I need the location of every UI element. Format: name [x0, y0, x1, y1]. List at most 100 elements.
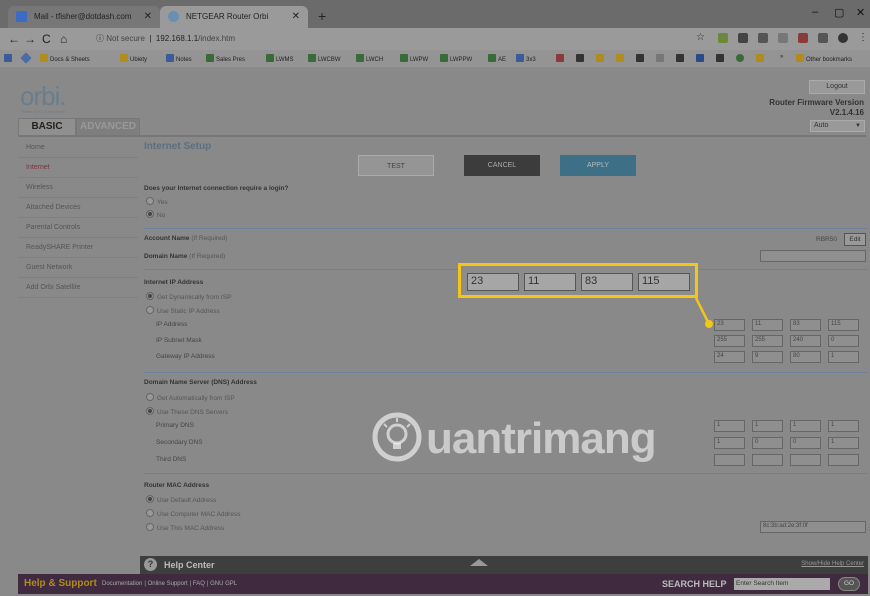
documentation-link[interactable]: Documentation	[102, 581, 142, 587]
test-button[interactable]: TEST	[358, 155, 434, 176]
ip-static-radio[interactable]: Use Static IP Address	[146, 306, 220, 315]
logout-button[interactable]: Logout	[809, 80, 865, 94]
bookmark-diamond[interactable]	[20, 52, 32, 64]
browser-tab-netgear[interactable]: NETGEAR Router Orbi ✕	[160, 6, 308, 28]
bookmark-item[interactable]	[716, 54, 726, 63]
cancel-button[interactable]: CANCEL	[464, 155, 540, 176]
profile-icon[interactable]	[838, 33, 848, 43]
third-dns-octet-4[interactable]	[828, 454, 859, 466]
extension-icon[interactable]	[798, 33, 808, 43]
faq-link[interactable]: FAQ	[193, 581, 205, 587]
bookmark-item[interactable]	[656, 54, 666, 63]
sidebar-item-wireless[interactable]: Wireless	[18, 178, 138, 198]
mac-computer-radio[interactable]: Use Computer MAC Address	[146, 509, 240, 518]
search-go-button[interactable]: GO	[838, 577, 860, 591]
sidebar-item-parental-controls[interactable]: Parental Controls	[18, 218, 138, 238]
browser-tab-mail[interactable]: Mail - tfisher@dotdash.com ✕	[8, 6, 160, 28]
sidebar-item-home[interactable]: Home	[18, 138, 138, 158]
bookmark-item[interactable]	[636, 54, 646, 63]
show-hide-help-link[interactable]: Show/Hide Help Center	[801, 561, 864, 567]
sidebar-item-readyshare-printer[interactable]: ReadySHARE Printer	[18, 238, 138, 258]
bookmark-item[interactable]: Notes	[166, 54, 192, 63]
extension-icon[interactable]	[738, 33, 748, 43]
maximize-icon[interactable]: ▢	[834, 6, 844, 19]
secondary-dns-octet-1[interactable]: 1	[714, 437, 745, 449]
tab-advanced[interactable]: ADVANCED	[76, 118, 140, 135]
ip-octet-3[interactable]: 83	[790, 319, 821, 331]
third-dns-octet-2[interactable]	[752, 454, 783, 466]
back-icon[interactable]: ←	[8, 32, 20, 46]
extension-icon[interactable]	[818, 33, 828, 43]
ip-octet-1[interactable]: 23	[714, 319, 745, 331]
edit-button[interactable]: Edit	[844, 233, 866, 246]
bookmark-item[interactable]	[616, 54, 626, 63]
ip-octet-2[interactable]: 11	[752, 319, 783, 331]
url-field[interactable]: ⓘ Not secure | 192.168.1.1/index.htm	[96, 33, 235, 44]
bookmark-item[interactable]: LWPW	[400, 54, 428, 63]
ip-octet-4[interactable]: 115	[828, 319, 859, 331]
bookmark-item[interactable]: 3x3	[516, 54, 536, 63]
search-help-input[interactable]: Enter Search Item	[734, 578, 830, 590]
subnet-octet-1[interactable]: 255	[714, 335, 745, 347]
star-icon[interactable]: ☆	[696, 32, 705, 43]
bookmark-item[interactable]: AE	[488, 54, 506, 63]
bookmark-item[interactable]: LWCH	[356, 54, 383, 63]
menu-icon[interactable]: ⋮	[858, 32, 868, 43]
bookmark-item[interactable]	[756, 54, 766, 63]
gateway-octet-4[interactable]: 1	[828, 351, 859, 363]
primary-dns-octet-3[interactable]: 1	[790, 420, 821, 432]
mac-default-radio[interactable]: Use Default Address	[146, 495, 216, 504]
expand-arrow-icon[interactable]	[470, 559, 488, 566]
domain-name-field[interactable]	[760, 250, 866, 262]
bookmark-item[interactable]	[596, 54, 606, 63]
sidebar-item-add-satellite[interactable]: Add Orbi Satellite	[18, 278, 138, 298]
login-yes-radio[interactable]: Yes	[146, 197, 168, 206]
mac-address-field[interactable]: 8c:3b:ad:2e:3f:0f	[760, 521, 866, 533]
bookmark-item[interactable]	[576, 54, 586, 63]
other-bookmarks[interactable]: Other bookmarks	[796, 54, 852, 63]
sidebar-item-attached-devices[interactable]: Attached Devices	[18, 198, 138, 218]
minimize-icon[interactable]: –	[812, 6, 818, 18]
new-tab-icon[interactable]: +	[318, 8, 326, 24]
bookmark-item[interactable]: Ubiety	[120, 54, 147, 63]
primary-dns-octet-1[interactable]: 1	[714, 420, 745, 432]
gateway-octet-1[interactable]: 24	[714, 351, 745, 363]
mac-this-radio[interactable]: Use This MAC Address	[146, 523, 224, 532]
online-support-link[interactable]: Online Support	[148, 581, 188, 587]
dns-manual-radio[interactable]: Use These DNS Servers	[146, 407, 228, 416]
subnet-octet-2[interactable]: 255	[752, 335, 783, 347]
secondary-dns-octet-4[interactable]: 1	[828, 437, 859, 449]
language-select[interactable]: Auto ▼	[810, 120, 865, 132]
subnet-octet-3[interactable]: 240	[790, 335, 821, 347]
primary-dns-octet-2[interactable]: 1	[752, 420, 783, 432]
login-no-radio[interactable]: No	[146, 210, 165, 219]
third-dns-octet-1[interactable]	[714, 454, 745, 466]
extension-icon[interactable]	[718, 33, 728, 43]
bookmark-item[interactable]	[736, 54, 746, 63]
secondary-dns-octet-3[interactable]: 0	[790, 437, 821, 449]
bookmark-item[interactable]	[556, 54, 566, 63]
bookmark-item[interactable]	[696, 54, 706, 63]
bookmark-apps[interactable]	[4, 54, 14, 63]
secondary-dns-octet-2[interactable]: 0	[752, 437, 783, 449]
sidebar-item-internet[interactable]: Internet	[18, 158, 138, 178]
extension-icon[interactable]	[758, 33, 768, 43]
bookmark-item[interactable]: LWMS	[266, 54, 294, 63]
bookmark-item[interactable]: LWCBW	[308, 54, 341, 63]
gateway-octet-3[interactable]: 80	[790, 351, 821, 363]
tab-basic[interactable]: BASIC	[18, 118, 76, 135]
more-bookmarks-icon[interactable]: »	[780, 54, 783, 60]
bookmark-item[interactable]	[676, 54, 686, 63]
bookmark-item[interactable]: Sales Pres	[206, 54, 245, 63]
gpl-link[interactable]: GNU GPL	[210, 581, 237, 587]
close-window-icon[interactable]: ✕	[856, 6, 865, 19]
third-dns-octet-3[interactable]	[790, 454, 821, 466]
gateway-octet-2[interactable]: 9	[752, 351, 783, 363]
extension-icon[interactable]	[778, 33, 788, 43]
sidebar-item-guest-network[interactable]: Guest Network	[18, 258, 138, 278]
ip-dynamic-radio[interactable]: Get Dynamically from ISP	[146, 292, 231, 301]
apply-button[interactable]: APPLY	[560, 155, 636, 176]
forward-icon[interactable]: →	[24, 32, 36, 46]
subnet-octet-4[interactable]: 0	[828, 335, 859, 347]
reload-icon[interactable]: C	[42, 32, 51, 46]
